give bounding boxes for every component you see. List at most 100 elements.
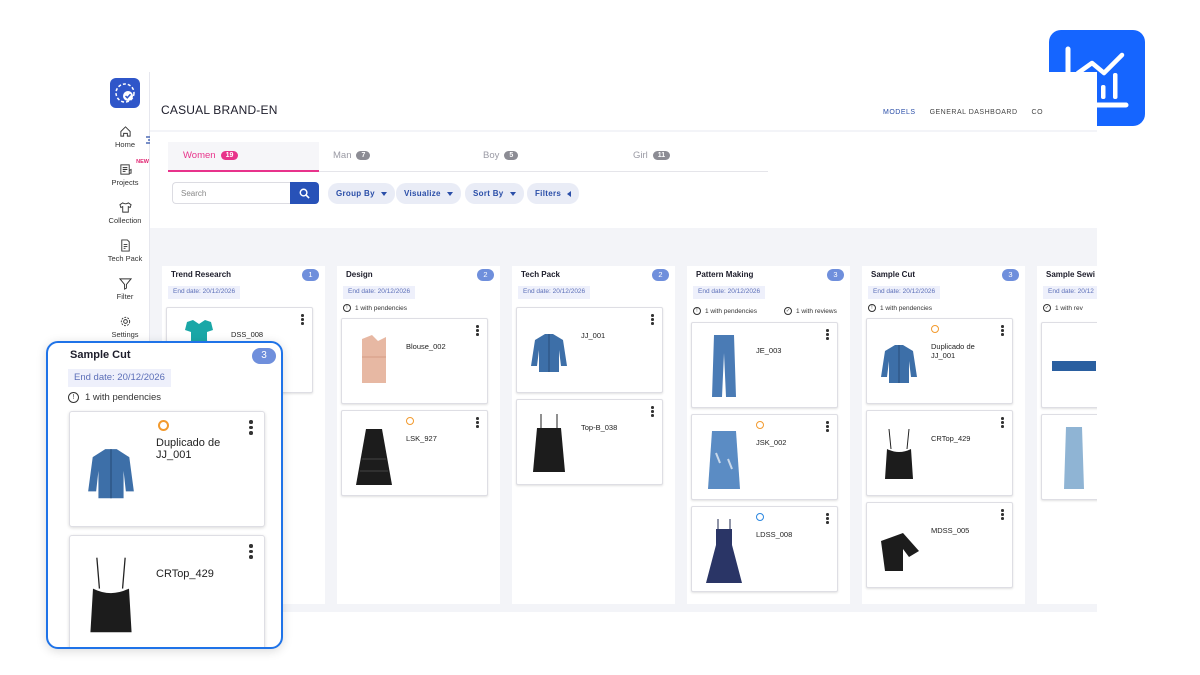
filters-button[interactable]: Filters	[527, 183, 580, 204]
reviews-info: ✓ 1 with rev	[1043, 304, 1083, 312]
tab-label: Girl	[633, 150, 648, 161]
column-title: Tech Pack	[521, 270, 560, 279]
column-title: Sample Cut	[871, 270, 916, 279]
column-end-date: End date: 20/12/2026	[868, 286, 941, 299]
sidebar-item-filter[interactable]: Filter	[100, 277, 150, 301]
sidebar-item-settings[interactable]: Settings	[100, 315, 150, 339]
nav-general-dashboard[interactable]: GENERAL DASHBOARD	[930, 109, 1018, 116]
long-dress-thumbnail	[706, 519, 742, 583]
zoomed-column-sample-cut: Sample Cut 3 End date: 20/12/2026 ! 1 wit…	[46, 341, 283, 649]
column-count: 2	[652, 269, 669, 281]
more-options-icon[interactable]	[476, 325, 479, 337]
model-card[interactable]: LDSS_008	[691, 506, 838, 592]
review-icon: ✓	[1043, 304, 1051, 312]
more-options-icon[interactable]	[301, 314, 304, 326]
top-thumbnail	[1052, 361, 1096, 371]
chip-label: Group By	[336, 189, 375, 198]
model-card[interactable]	[1041, 322, 1097, 408]
model-card[interactable]: JJ_001	[516, 307, 663, 393]
pendencies-info: ! 1 with pendencies	[343, 304, 407, 312]
review-icon: ✓	[784, 307, 792, 315]
column-end-date: End date: 20/12/2026	[168, 286, 241, 299]
model-card[interactable]: Top-B_038	[516, 399, 663, 485]
sidebar-item-label: Projects	[111, 178, 139, 187]
info-icon: !	[693, 307, 701, 315]
chevron-left-icon	[567, 190, 572, 197]
projects-icon	[119, 164, 132, 175]
model-card[interactable]: MDSS_005	[866, 502, 1013, 588]
card-name: Duplicado de JJ_001	[156, 437, 221, 461]
card-name: JSK_002	[756, 438, 787, 447]
sidebar-item-collection[interactable]: Collection	[100, 201, 150, 225]
jeans-thumbnail	[712, 335, 736, 397]
tab-label: Boy	[483, 150, 500, 161]
shirt-icon	[118, 202, 132, 213]
crop-top-thumbnail	[885, 428, 913, 479]
column-title: Trend Research	[171, 270, 232, 279]
sidebar-item-projects[interactable]: NEW Projects	[100, 159, 150, 187]
more-options-icon[interactable]	[651, 406, 654, 418]
sidebar-item-label: Filter	[116, 292, 134, 301]
model-card[interactable]: Duplicado de JJ_001	[866, 318, 1013, 404]
top-thumbnail	[533, 414, 565, 472]
more-options-icon[interactable]	[826, 421, 829, 433]
crop-top-thumbnail	[90, 557, 132, 633]
group-by-button[interactable]: Group By	[328, 183, 395, 204]
column-count: 1	[302, 269, 319, 281]
nav-co[interactable]: CO	[1032, 109, 1044, 116]
tab-boy[interactable]: Boy 5	[483, 150, 519, 161]
chip-label: Sort By	[473, 189, 504, 198]
visualize-button[interactable]: Visualize	[396, 183, 461, 204]
search-input[interactable]: Search	[172, 182, 292, 204]
tab-girl[interactable]: Girl 11	[633, 150, 671, 161]
more-options-icon[interactable]	[651, 314, 654, 326]
card-name: Duplicado de JJ_001	[931, 342, 975, 360]
more-options-icon[interactable]	[1001, 325, 1004, 337]
info-icon: !	[68, 392, 79, 403]
more-options-icon[interactable]	[476, 417, 479, 429]
app-logo[interactable]	[110, 78, 140, 108]
techpack-icon	[120, 239, 130, 252]
model-card[interactable]: Duplicado de JJ_001	[69, 411, 265, 527]
model-card[interactable]: JE_003	[691, 322, 838, 408]
tab-man[interactable]: Man 7	[333, 150, 371, 161]
column-count: 2	[477, 269, 494, 281]
sidebar-item-label: Home	[114, 140, 135, 149]
model-card[interactable]: JSK_002	[691, 414, 838, 500]
sidebar-item-label: Tech Pack	[107, 254, 143, 263]
column-end-date: End date: 20/12/2026	[68, 369, 171, 387]
column-count: 3	[827, 269, 844, 281]
card-name: Blouse_002	[406, 342, 446, 351]
sidebar-item-tech-pack[interactable]: Tech Pack	[100, 239, 150, 263]
tab-count: 19	[220, 151, 239, 160]
more-options-icon[interactable]	[1001, 417, 1004, 429]
column-count: 3	[252, 348, 276, 364]
model-card[interactable]: CRTop_429	[69, 535, 265, 647]
reviews-text: 1 with reviews	[796, 307, 837, 315]
search-button[interactable]	[290, 182, 319, 204]
jacket-thumbnail	[88, 449, 134, 499]
sort-by-button[interactable]: Sort By	[465, 183, 524, 204]
jacket-thumbnail	[881, 345, 917, 383]
more-options-icon[interactable]	[249, 544, 253, 561]
model-card[interactable]: Blouse_002	[341, 318, 488, 404]
tab-label: Man	[333, 150, 352, 161]
info-icon: !	[868, 304, 876, 312]
more-options-icon[interactable]	[249, 420, 253, 437]
chevron-down-icon	[446, 191, 453, 196]
nav-models[interactable]: MODELS	[883, 109, 916, 116]
model-card[interactable]: CRTop_429	[866, 410, 1013, 496]
model-card[interactable]	[1041, 414, 1097, 500]
model-card[interactable]: LSK_927	[341, 410, 488, 496]
tab-women[interactable]: Women 19	[183, 150, 239, 161]
card-name: LDSS_008	[756, 530, 793, 539]
column-title: Sample Cut	[70, 349, 131, 361]
tab-count: 5	[504, 151, 519, 160]
more-options-icon[interactable]	[826, 329, 829, 341]
sidebar-item-home[interactable]: Home	[100, 125, 150, 149]
gear-icon	[120, 316, 130, 327]
card-name: CRTop_429	[931, 434, 971, 443]
more-options-icon[interactable]	[826, 513, 829, 525]
denim-skirt-thumbnail	[708, 431, 740, 489]
more-options-icon[interactable]	[1001, 509, 1004, 521]
